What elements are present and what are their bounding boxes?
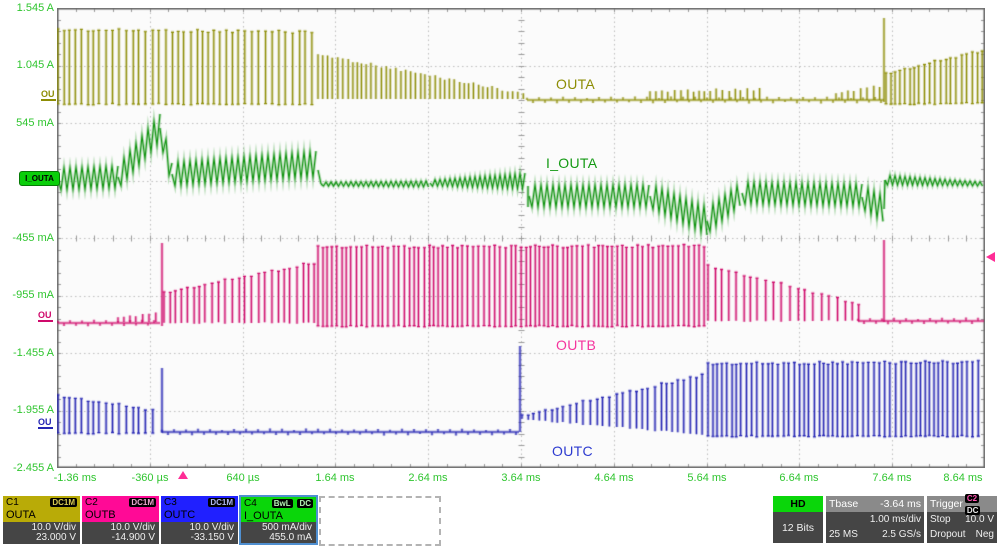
coupling-badge: DC1M	[50, 498, 77, 507]
channel-offset: 23.000 V	[7, 533, 76, 543]
x-axis-label: 5.64 ms	[672, 472, 742, 484]
trigger-label: Trigger	[930, 498, 963, 510]
x-axis-label: 4.64 ms	[579, 472, 649, 484]
channel-id: C2	[85, 497, 98, 508]
x-axis-label: 7.64 ms	[857, 472, 927, 484]
coupling-badge: DC	[297, 499, 313, 508]
channel-settings: 500 mA/div 455.0 mA	[241, 522, 316, 543]
channel-name: OUTA	[6, 509, 77, 521]
trigger-mode: Stop	[930, 514, 951, 525]
trace-label-outb: OUTB	[556, 337, 596, 353]
channel-id: C4	[244, 498, 257, 509]
hd-bits: 12 Bits	[773, 512, 823, 543]
trigger-source-badge: C2	[965, 494, 979, 503]
trigger-level: 10.0 V	[965, 514, 994, 525]
c3-zero-marker-line	[38, 427, 53, 429]
trigger-slope: Neg	[976, 529, 994, 540]
x-axis-label: 6.64 ms	[764, 472, 834, 484]
channel-header: C4 BwL DC I_OUTA	[241, 497, 316, 522]
channel-box-c1[interactable]: C1 DC1M OUTA 10.0 V/div 23.000 V	[3, 496, 80, 544]
y-axis-label: -455 mA	[0, 232, 54, 244]
trigger-type: Dropout	[930, 529, 966, 540]
y-axis-label: -1.455 A	[0, 347, 54, 359]
channel-name: OUTB	[85, 509, 156, 521]
c1-zero-marker-line	[41, 99, 56, 101]
timebase-rate: 2.5 GS/s	[882, 529, 921, 540]
channel-name: I_OUTA	[244, 510, 313, 522]
x-axis-label: -360 µs	[115, 472, 185, 484]
x-axis-label: 3.64 ms	[486, 472, 556, 484]
channel-offset: 455.0 mA	[245, 533, 312, 543]
c1-zero-marker[interactable]: OU	[41, 90, 55, 99]
hd-mode-box[interactable]: HD 12 Bits	[773, 496, 823, 543]
channel-settings: 10.0 V/div 23.000 V	[3, 522, 80, 544]
c2-zero-marker-line	[38, 320, 53, 322]
channel-offset: -14.900 V	[86, 533, 155, 543]
channel-box-c4-selected[interactable]: C4 BwL DC I_OUTA 500 mA/div 455.0 mA	[239, 495, 318, 545]
channel-id: C1	[6, 497, 19, 508]
x-axis-label: 1.64 ms	[300, 472, 370, 484]
channel-header: C2 DC1M OUTB	[82, 496, 159, 522]
channel-box-c2[interactable]: C2 DC1M OUTB 10.0 V/div -14.900 V	[82, 496, 159, 544]
y-axis-label: -955 mA	[0, 289, 54, 301]
timebase-scale: 1.00 ms/div	[870, 514, 921, 525]
c4-zero-marker[interactable]: I_OUTA	[19, 171, 60, 186]
y-axis-label: 1.045 A	[0, 59, 54, 71]
channel-settings: 10.0 V/div -33.150 V	[161, 522, 238, 544]
channel-settings: 10.0 V/div -14.900 V	[82, 522, 159, 544]
x-axis-label: -1.36 ms	[40, 472, 110, 484]
coupling-badge: DC1M	[208, 498, 235, 507]
channel-header: C1 DC1M OUTA	[3, 496, 80, 522]
waveform-canvas	[57, 8, 985, 468]
y-axis-label: -1.955 A	[0, 404, 54, 416]
y-axis-label: 1.545 A	[0, 2, 54, 14]
bandwidth-limit-badge: BwL	[272, 499, 293, 508]
channel-header: C3 DC1M OUTC	[161, 496, 238, 522]
x-axis-label: 640 µs	[208, 472, 278, 484]
trigger-time-marker[interactable]	[178, 471, 188, 479]
trace-label-i-outa: I_OUTA	[546, 155, 597, 171]
timebase-offset: -3.64 ms	[880, 498, 921, 510]
hd-label: HD	[773, 496, 823, 512]
waveform-display: 1.545 A 1.045 A 545 mA -455 mA -955 mA -…	[0, 0, 998, 490]
y-axis-label: 545 mA	[0, 117, 54, 129]
channel-box-c3[interactable]: C3 DC1M OUTC 10.0 V/div -33.150 V	[161, 496, 238, 544]
trace-label-outc: OUTC	[552, 443, 593, 459]
x-axis-label: 8.64 ms	[928, 472, 998, 484]
empty-trace-slot[interactable]	[319, 496, 441, 546]
trigger-box[interactable]: Trigger C2 DC Stop 10.0 V Dropout Neg	[927, 496, 997, 543]
trigger-level-marker[interactable]	[986, 252, 995, 262]
timebase-samples: 25 MS	[829, 529, 858, 540]
channel-name: OUTC	[164, 509, 235, 521]
c3-zero-marker[interactable]: OU	[38, 418, 52, 427]
timebase-box[interactable]: Tbase -3.64 ms 1.00 ms/div 25 MS 2.5 GS/…	[826, 496, 924, 543]
c2-zero-marker[interactable]: OU	[38, 311, 52, 320]
x-axis-label: 2.64 ms	[393, 472, 463, 484]
coupling-badge: DC1M	[129, 498, 156, 507]
timebase-label: Tbase	[829, 498, 858, 510]
channel-id: C3	[164, 497, 177, 508]
trace-label-outa: OUTA	[556, 76, 595, 92]
channel-offset: -33.150 V	[165, 533, 234, 543]
